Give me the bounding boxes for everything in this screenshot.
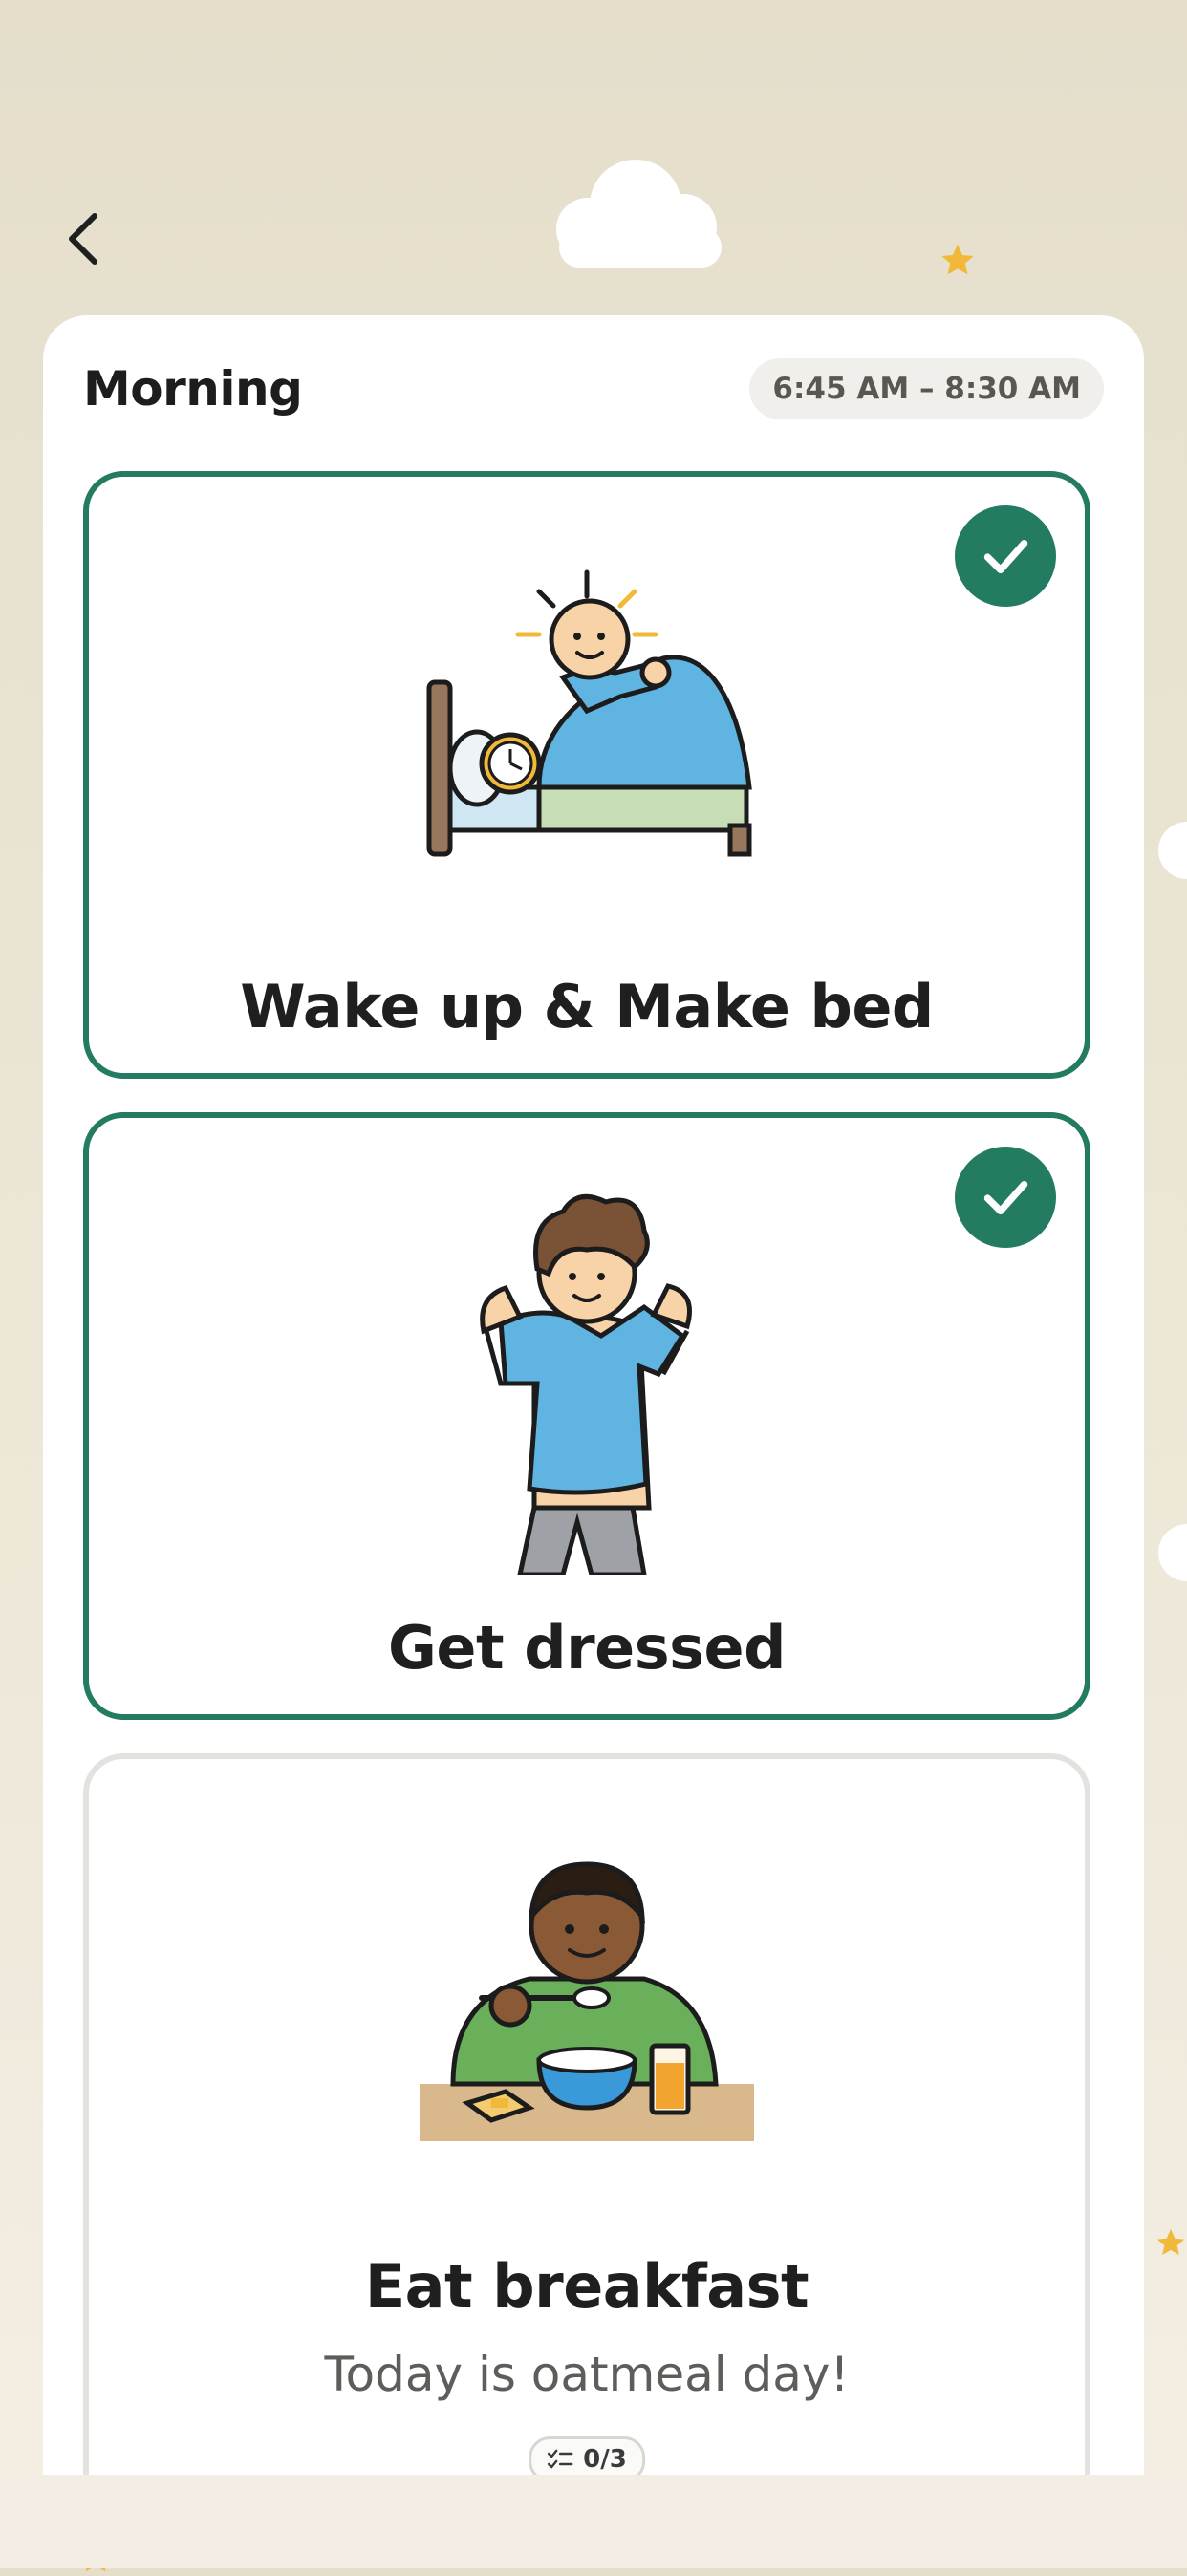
routine-title: Morning — [83, 361, 303, 417]
task-subtitle: Today is oatmeal day! — [324, 2347, 850, 2402]
check-icon — [983, 539, 1028, 574]
task-card-eat-breakfast[interactable]: Eat breakfast Today is oatmeal day! 0/3 — [83, 1753, 1090, 2475]
side-tab — [1158, 1524, 1187, 1581]
eat-breakfast-illustration — [420, 1861, 754, 2141]
routine-header: Morning 6:45 AM – 8:30 AM — [83, 355, 1104, 422]
chevron-left-icon — [69, 213, 97, 265]
completed-badge — [955, 1147, 1056, 1248]
progress-count: 0/3 — [583, 2445, 627, 2474]
bottom-band — [0, 2475, 1187, 2568]
checklist-icon — [547, 2449, 573, 2469]
completed-badge — [955, 505, 1056, 607]
get-dressed-illustration — [480, 1193, 692, 1575]
star-decoration — [941, 244, 974, 275]
task-card-wake-up[interactable]: Wake up & Make bed — [83, 471, 1090, 1079]
check-icon — [983, 1180, 1028, 1215]
side-tab — [1158, 822, 1187, 879]
task-card-get-dressed[interactable]: Get dressed — [83, 1112, 1090, 1720]
task-title: Wake up & Make bed — [240, 972, 934, 1041]
time-range-chip: 6:45 AM – 8:30 AM — [749, 358, 1104, 419]
wake-up-illustration — [426, 569, 752, 857]
star-decoration — [1156, 2228, 1185, 2256]
checklist-progress: 0/3 — [529, 2436, 645, 2475]
routine-sheet: Morning 6:45 AM – 8:30 AM Wake up & Make… — [43, 315, 1144, 2475]
task-title: Eat breakfast — [364, 2251, 809, 2321]
cloud-decoration — [556, 160, 722, 268]
task-title: Get dressed — [388, 1613, 786, 1683]
back-button[interactable] — [50, 201, 117, 277]
